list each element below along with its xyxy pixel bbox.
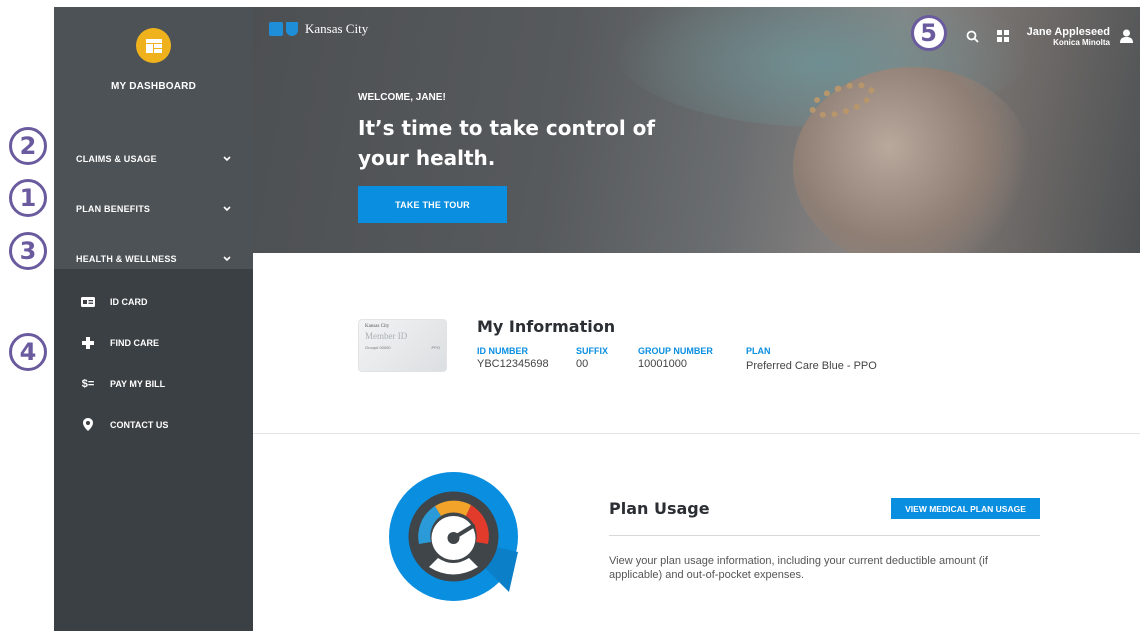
brand-logo[interactable]: Kansas City <box>269 21 368 37</box>
id-card-icon <box>78 295 98 309</box>
sidebar-item-claims-usage[interactable]: CLAIMS & USAGE <box>54 134 253 184</box>
shield-logo-icon <box>286 22 298 36</box>
sidebar-item-plan-benefits[interactable]: PLAN BENEFITS <box>54 184 253 234</box>
dashboard-icon <box>136 28 171 63</box>
gauge-icon <box>389 472 518 601</box>
info-value: YBC12345698 <box>477 358 549 370</box>
my-information-title: My Information <box>477 317 616 336</box>
sidebar-item-label: CLAIMS & USAGE <box>76 154 157 164</box>
card-footer: Group# 00000 PPO <box>365 345 440 350</box>
info-value: Preferred Care Blue - PPO <box>746 360 877 372</box>
user-menu[interactable]: Jane Appleseed Konica Minolta <box>1027 26 1110 47</box>
sidebar-item-label: HEALTH & WELLNESS <box>76 254 177 264</box>
chevron-down-icon <box>221 253 233 265</box>
sidebar-item-label: PLAN BENEFITS <box>76 204 151 214</box>
apps-grid-icon[interactable] <box>995 28 1011 44</box>
sidebar-link-id-card[interactable]: ID CARD <box>54 281 253 322</box>
sidebar-link-label: PAY MY BILL <box>110 378 166 389</box>
info-suffix: SUFFIX 00 <box>576 346 608 370</box>
hero-headline: It’s time to take control of your health… <box>358 116 656 170</box>
location-pin-icon <box>78 418 98 432</box>
sidebar-link-label: ID CARD <box>110 296 148 307</box>
dashboard-header[interactable]: MY DASHBOARD <box>54 7 253 130</box>
view-medical-plan-usage-button[interactable]: VIEW MEDICAL PLAN USAGE <box>891 498 1040 519</box>
info-id-number: ID NUMBER YBC12345698 <box>477 346 549 370</box>
info-label: ID NUMBER <box>477 346 528 356</box>
welcome-text: WELCOME, JANE! <box>358 92 446 103</box>
sidebar-link-contact-us[interactable]: CONTACT US <box>54 404 253 445</box>
plus-icon <box>78 336 98 350</box>
sidebar: MY DASHBOARD CLAIMS & USAGE PLAN BENEFIT… <box>54 7 253 631</box>
card-group: Group# 00000 <box>365 345 391 350</box>
card-plan: PPO <box>431 345 440 350</box>
take-the-tour-button[interactable]: TAKE THE TOUR <box>358 186 507 223</box>
user-organization: Konica Minolta <box>1053 37 1110 47</box>
user-avatar-icon[interactable] <box>1118 28 1134 44</box>
annotation-marker-2: 2 <box>9 127 47 165</box>
plan-usage-description: View your plan usage information, includ… <box>609 555 988 581</box>
section-divider <box>253 433 1140 434</box>
cross-logo-icon <box>269 22 283 36</box>
info-plan: PLAN Preferred Care Blue - PPO <box>746 346 877 372</box>
info-label: SUFFIX <box>576 346 609 356</box>
annotation-marker-1: 1 <box>9 179 47 217</box>
info-value: 10001000 <box>638 358 687 370</box>
info-label: PLAN <box>746 346 771 356</box>
annotation-marker-4: 4 <box>9 333 47 371</box>
member-id-card-image[interactable]: Kansas City Member ID Group# 00000 PPO <box>358 319 447 372</box>
chevron-down-icon <box>221 153 233 165</box>
info-value: 00 <box>576 358 589 370</box>
dollar-icon: $= <box>81 377 95 390</box>
search-icon[interactable] <box>965 28 981 44</box>
header-actions: 5 Jane Appleseed Konica Minolta <box>910 15 1140 51</box>
brand-name: Kansas City <box>305 21 369 36</box>
sidebar-link-find-care[interactable]: FIND CARE <box>54 322 253 363</box>
hero-banner: Kansas City WELCOME, JANE! It’s time to … <box>253 7 1140 253</box>
chevron-down-icon <box>221 203 233 215</box>
plan-usage-divider <box>609 535 1040 536</box>
annotation-marker-3: 3 <box>9 232 47 270</box>
card-brand: Kansas City <box>365 324 390 329</box>
dashboard-label: MY DASHBOARD <box>111 81 196 92</box>
info-group-number: GROUP NUMBER 10001000 <box>638 346 713 370</box>
card-member-id: Member ID <box>365 331 408 341</box>
sidebar-link-label: CONTACT US <box>110 419 169 430</box>
annotation-marker-5: 5 <box>910 15 947 51</box>
sidebar-link-label: FIND CARE <box>110 337 159 348</box>
user-name: Jane Appleseed <box>1026 25 1110 38</box>
plan-usage-title: Plan Usage <box>609 499 710 518</box>
sidebar-menu: CLAIMS & USAGE PLAN BENEFITS HEALTH & WE… <box>54 130 253 269</box>
sidebar-link-pay-my-bill[interactable]: $= PAY MY BILL <box>54 363 253 404</box>
info-label: GROUP NUMBER <box>638 346 713 356</box>
